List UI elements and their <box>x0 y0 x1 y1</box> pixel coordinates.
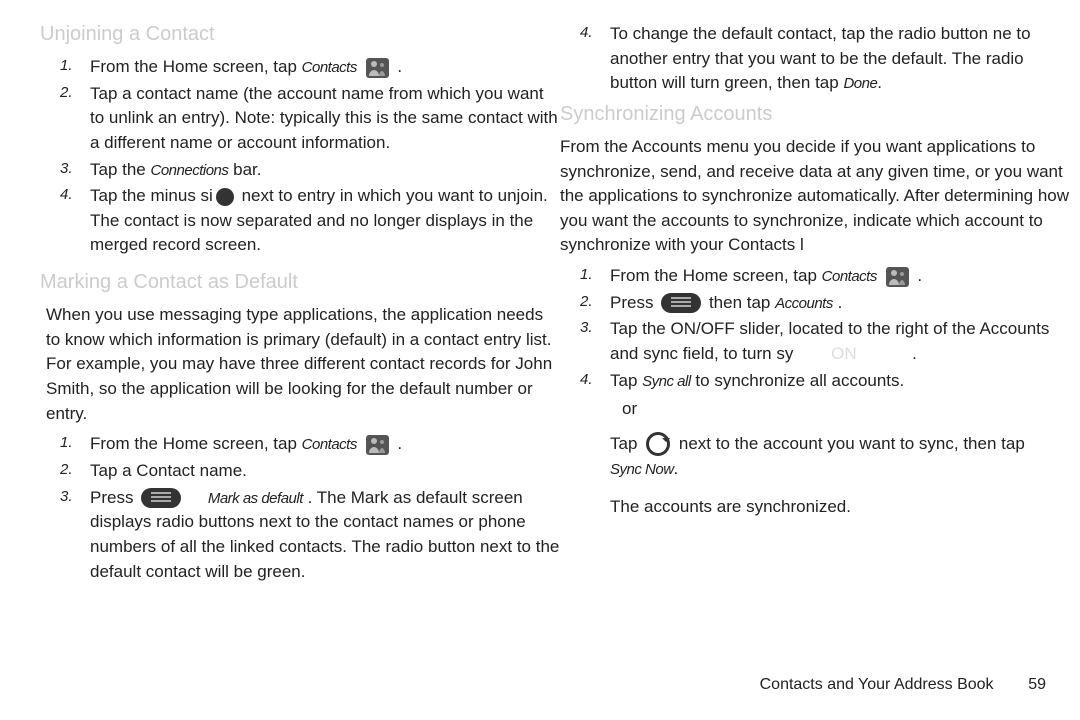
period: . <box>917 266 922 285</box>
or-text: or <box>610 397 1070 422</box>
left-column: Unjoining a Contact 1. From the Home scr… <box>40 20 560 586</box>
step-text: Tap <box>610 371 637 390</box>
step-number: 2. <box>580 291 593 313</box>
contacts-icon <box>366 58 389 78</box>
step-number: 4. <box>580 369 593 391</box>
contacts-label: Contacts <box>822 268 877 285</box>
on-label: ON <box>831 344 857 363</box>
contacts-icon <box>366 435 389 455</box>
sync-step-4: 4. Tap Sync all to synchronize all accou… <box>560 369 1070 422</box>
step-text: From the Home screen, tap <box>90 434 297 453</box>
sync-all-label: Sync all <box>642 373 691 390</box>
done-label: Done <box>843 75 877 92</box>
minus-icon <box>216 188 234 206</box>
mark-step-4: 4. To change the default contact, tap th… <box>560 22 1070 96</box>
step-text: Tap the minus si <box>90 186 213 205</box>
connections-label: Connections <box>151 162 229 179</box>
period: . <box>838 293 843 312</box>
step-text: Tap <box>610 434 637 453</box>
on-off-slider-icon <box>865 346 903 364</box>
step-number: 3. <box>60 486 73 508</box>
unjoin-step-3: 3. Tap the Connections bar. <box>40 158 560 183</box>
period: . <box>912 344 917 363</box>
unjoin-step-4: 4. Tap the minus si next to entry in whi… <box>40 184 560 258</box>
step-text: next to the account you want to sync, th… <box>679 434 1025 453</box>
contacts-icon <box>886 267 909 287</box>
sync-step-3: 3. Tap the ON/OFF slider, located to the… <box>560 317 1070 366</box>
step-text: Tap a Contact name. <box>90 461 247 480</box>
step-number: 1. <box>60 55 73 77</box>
step-text: then tap <box>709 293 770 312</box>
mark-as-default-label: Mark as default <box>208 490 303 507</box>
step-number: 2. <box>60 459 73 481</box>
period: . <box>397 434 402 453</box>
contacts-label: Contacts <box>302 59 357 76</box>
step-text: to synchronize all accounts. <box>695 371 904 390</box>
step-number: 1. <box>580 264 593 286</box>
mark-step-1: 1. From the Home screen, tap Contacts . <box>40 432 560 457</box>
menu-icon <box>661 293 701 313</box>
heading-sync-accounts: Synchronizing Accounts <box>560 100 1070 129</box>
sync-icon <box>646 432 670 456</box>
step-text: Tap a contact name (the account name fro… <box>90 84 558 152</box>
right-column: 4. To change the default contact, tap th… <box>560 20 1070 586</box>
step-text: Press <box>90 488 133 507</box>
sync-step-1: 1. From the Home screen, tap Contacts . <box>560 264 1070 289</box>
accounts-label: Accounts <box>775 295 833 312</box>
step-number: 4. <box>580 22 593 44</box>
unjoin-step-1: 1. From the Home screen, tap Contacts . <box>40 55 560 80</box>
sync-result: The accounts are synchronized. <box>560 495 1070 520</box>
sync-intro: From the Accounts menu you decide if you… <box>560 135 1070 258</box>
sync-step-alt: Tap next to the account you want to sync… <box>560 432 1070 481</box>
menu-icon <box>141 488 181 508</box>
step-text: To change the default contact, tap the r… <box>610 24 1012 43</box>
heading-unjoining: Unjoining a Contact <box>40 20 560 49</box>
unjoin-step-2: 2. Tap a contact name (the account name … <box>40 82 560 156</box>
contacts-label: Contacts <box>302 436 357 453</box>
period: . <box>397 57 402 76</box>
period: . <box>877 73 882 92</box>
step-number: 3. <box>580 317 593 339</box>
step-number: 4. <box>60 184 73 206</box>
step-text: bar. <box>233 160 261 179</box>
page-number: 59 <box>998 676 1046 694</box>
heading-mark-default: Marking a Contact as Default <box>40 268 560 297</box>
step-text: Tap the ON/OFF slider, located to the ri… <box>610 319 1049 363</box>
step-text: Tap the <box>90 160 146 179</box>
step-text: From the Home screen, tap <box>90 57 297 76</box>
mark-step-3: 3. Press Mark as default . The Mark as d… <box>40 486 560 585</box>
step-number: 1. <box>60 432 73 454</box>
mark-step-2: 2. Tap a Contact name. <box>40 459 560 484</box>
footer-label: Contacts and Your Address Book <box>760 676 994 693</box>
step-number: 2. <box>60 82 73 104</box>
mark-default-intro: When you use messaging type applications… <box>40 303 560 426</box>
step-number: 3. <box>60 158 73 180</box>
sync-now-label: Sync Now <box>610 461 674 478</box>
step-text: Press <box>610 293 653 312</box>
step-text: From the Home screen, tap <box>610 266 817 285</box>
period: . <box>674 459 679 478</box>
sync-step-2: 2. Press then tap Accounts . <box>560 291 1070 316</box>
page-footer: Contacts and Your Address Book 59 <box>760 676 1046 694</box>
